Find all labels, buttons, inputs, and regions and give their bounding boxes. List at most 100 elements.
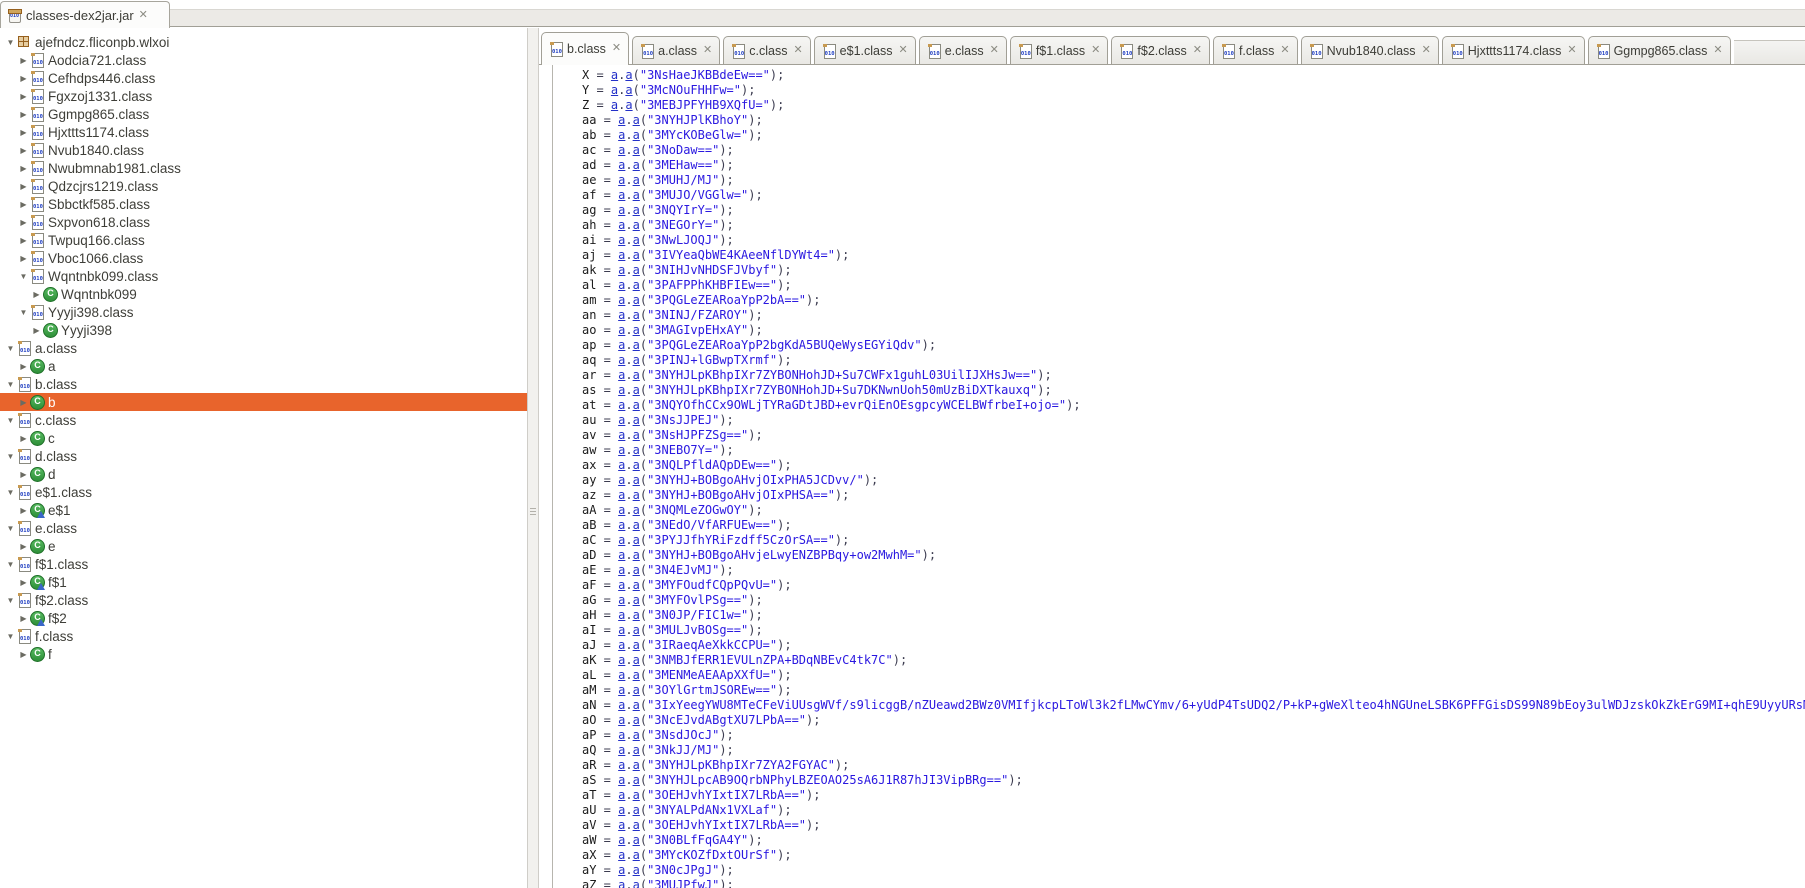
tree-row[interactable]: ▶ 010 Twpuq166.class [0, 231, 527, 249]
method-link[interactable]: a [633, 458, 640, 472]
close-icon[interactable]: ✕ [139, 9, 148, 21]
method-link[interactable]: a [633, 428, 640, 442]
tab-c-class[interactable]: 010 c.class ✕ [723, 36, 811, 64]
chevron-expanded-icon[interactable]: ▼ [4, 596, 17, 605]
tree-row[interactable]: ▶ 010 Ggmpg865.class [0, 105, 527, 123]
tree-row[interactable]: ▼ 010 f$2.class [0, 591, 527, 609]
method-link[interactable]: a [633, 533, 640, 547]
tree-row[interactable]: ▶ f$1 [0, 573, 527, 591]
method-link[interactable]: a [633, 503, 640, 517]
chevron-collapsed-icon[interactable]: ▶ [17, 92, 30, 101]
method-link[interactable]: a [633, 563, 640, 577]
method-link[interactable]: a [633, 473, 640, 487]
chevron-collapsed-icon[interactable]: ▶ [17, 614, 30, 623]
tab-f-2-class[interactable]: 010 f$2.class ✕ [1111, 36, 1210, 64]
method-link[interactable]: a [633, 713, 640, 727]
tree-row[interactable]: ▶ 010 Aodcia721.class [0, 51, 527, 69]
chevron-expanded-icon[interactable]: ▼ [4, 416, 17, 425]
tree-row[interactable]: ▼ 010 b.class [0, 375, 527, 393]
chevron-expanded-icon[interactable]: ▼ [17, 308, 30, 317]
tree-row[interactable]: ▼ 010 d.class [0, 447, 527, 465]
scrollbar-grip[interactable] [530, 506, 536, 517]
method-link[interactable]: a [633, 593, 640, 607]
method-link[interactable]: a [633, 548, 640, 562]
method-link[interactable]: a [633, 113, 640, 127]
tree-scrollbar[interactable] [527, 28, 539, 888]
tree-row[interactable]: ▶ Yyyji398 [0, 321, 527, 339]
method-link[interactable]: a [633, 743, 640, 757]
method-link[interactable]: a [633, 728, 640, 742]
chevron-collapsed-icon[interactable]: ▶ [17, 470, 30, 479]
close-icon[interactable]: ✕ [1422, 45, 1431, 56]
chevron-collapsed-icon[interactable]: ▶ [17, 110, 30, 119]
method-link[interactable]: a [633, 683, 640, 697]
close-icon[interactable]: ✕ [612, 43, 621, 54]
method-link[interactable]: a [633, 293, 640, 307]
tree-row[interactable]: ▶ 010 Cefhdps446.class [0, 69, 527, 87]
tab-f-class[interactable]: 010 f.class ✕ [1212, 36, 1298, 64]
tree-row[interactable]: ▼ ajefndcz.fliconpb.wlxoi [0, 33, 527, 51]
tree-row[interactable]: ▶ 010 Nwubmnab1981.class [0, 159, 527, 177]
method-link[interactable]: a [633, 758, 640, 772]
tree-row[interactable]: ▶d [0, 465, 527, 483]
chevron-collapsed-icon[interactable]: ▶ [17, 542, 30, 551]
chevron-collapsed-icon[interactable]: ▶ [17, 578, 30, 587]
method-link[interactable]: a [633, 188, 640, 202]
method-link[interactable]: a [633, 803, 640, 817]
close-icon[interactable]: ✕ [1713, 45, 1722, 56]
method-link[interactable]: a [633, 848, 640, 862]
chevron-collapsed-icon[interactable]: ▶ [17, 182, 30, 191]
method-link[interactable]: a [633, 323, 640, 337]
tree-row[interactable]: ▶f [0, 645, 527, 663]
method-link[interactable]: a [633, 218, 640, 232]
chevron-collapsed-icon[interactable]: ▶ [17, 236, 30, 245]
chevron-collapsed-icon[interactable]: ▶ [17, 434, 30, 443]
method-link[interactable]: a [633, 203, 640, 217]
method-link[interactable]: a [633, 788, 640, 802]
tree-row[interactable]: ▶ 010 Qdzcjrs1219.class [0, 177, 527, 195]
chevron-collapsed-icon[interactable]: ▶ [17, 218, 30, 227]
method-link[interactable]: a [633, 863, 640, 877]
chevron-collapsed-icon[interactable]: ▶ [17, 200, 30, 209]
chevron-expanded-icon[interactable]: ▼ [4, 632, 17, 641]
method-link[interactable]: a [633, 488, 640, 502]
tab-f-1-class[interactable]: 010 f$1.class ✕ [1009, 36, 1109, 64]
method-link[interactable]: a [633, 368, 640, 382]
method-link[interactable]: a [633, 623, 640, 637]
method-link[interactable]: a [633, 278, 640, 292]
close-icon[interactable]: ✕ [898, 45, 907, 56]
method-link[interactable]: a [633, 773, 640, 787]
jar-tab[interactable]: 010 classes-dex2jar.jar ✕ [0, 1, 170, 28]
chevron-expanded-icon[interactable]: ▼ [17, 272, 30, 281]
tree-row[interactable]: ▶b [0, 393, 527, 411]
close-icon[interactable]: ✕ [1091, 45, 1100, 56]
tree-row[interactable]: ▶ 010 Fgxzoj1331.class [0, 87, 527, 105]
chevron-collapsed-icon[interactable]: ▶ [30, 326, 43, 335]
tree-row[interactable]: ▼ 010 e.class [0, 519, 527, 537]
method-link[interactable]: a [633, 263, 640, 277]
tab-e-class[interactable]: 010 e.class ✕ [918, 36, 1007, 64]
tab-e-1-class[interactable]: 010 e$1.class ✕ [813, 36, 916, 64]
tree-row[interactable]: ▶e [0, 537, 527, 555]
tree-row[interactable]: ▼ 010 f.class [0, 627, 527, 645]
tree-row[interactable]: ▶ 010 Sbbctkf585.class [0, 195, 527, 213]
chevron-collapsed-icon[interactable]: ▶ [17, 398, 30, 407]
method-link[interactable]: a [633, 143, 640, 157]
close-icon[interactable]: ✕ [1193, 45, 1202, 56]
chevron-collapsed-icon[interactable]: ▶ [17, 74, 30, 83]
method-link[interactable]: a [633, 158, 640, 172]
tree-row[interactable]: ▶ 010 Hjxttts1174.class [0, 123, 527, 141]
tree-row[interactable]: ▼ 010 c.class [0, 411, 527, 429]
tree-row[interactable]: ▼ 010 a.class [0, 339, 527, 357]
method-link[interactable]: a [633, 353, 640, 367]
tab-Nvub1840-class[interactable]: 010 Nvub1840.class ✕ [1300, 36, 1439, 64]
method-link[interactable]: a [633, 878, 640, 888]
method-link[interactable]: a [633, 818, 640, 832]
tree-row[interactable]: ▶a [0, 357, 527, 375]
tab-Hjxttts1174-class[interactable]: 010 Hjxttts1174.class ✕ [1441, 36, 1585, 64]
tree-row[interactable]: ▶ 010 Nvub1840.class [0, 141, 527, 159]
tab-a-class[interactable]: 010 a.class ✕ [632, 36, 721, 64]
method-link[interactable]: a [633, 398, 640, 412]
method-link[interactable]: a [625, 98, 632, 112]
tree-row[interactable]: ▼ 010 Yyyji398.class [0, 303, 527, 321]
